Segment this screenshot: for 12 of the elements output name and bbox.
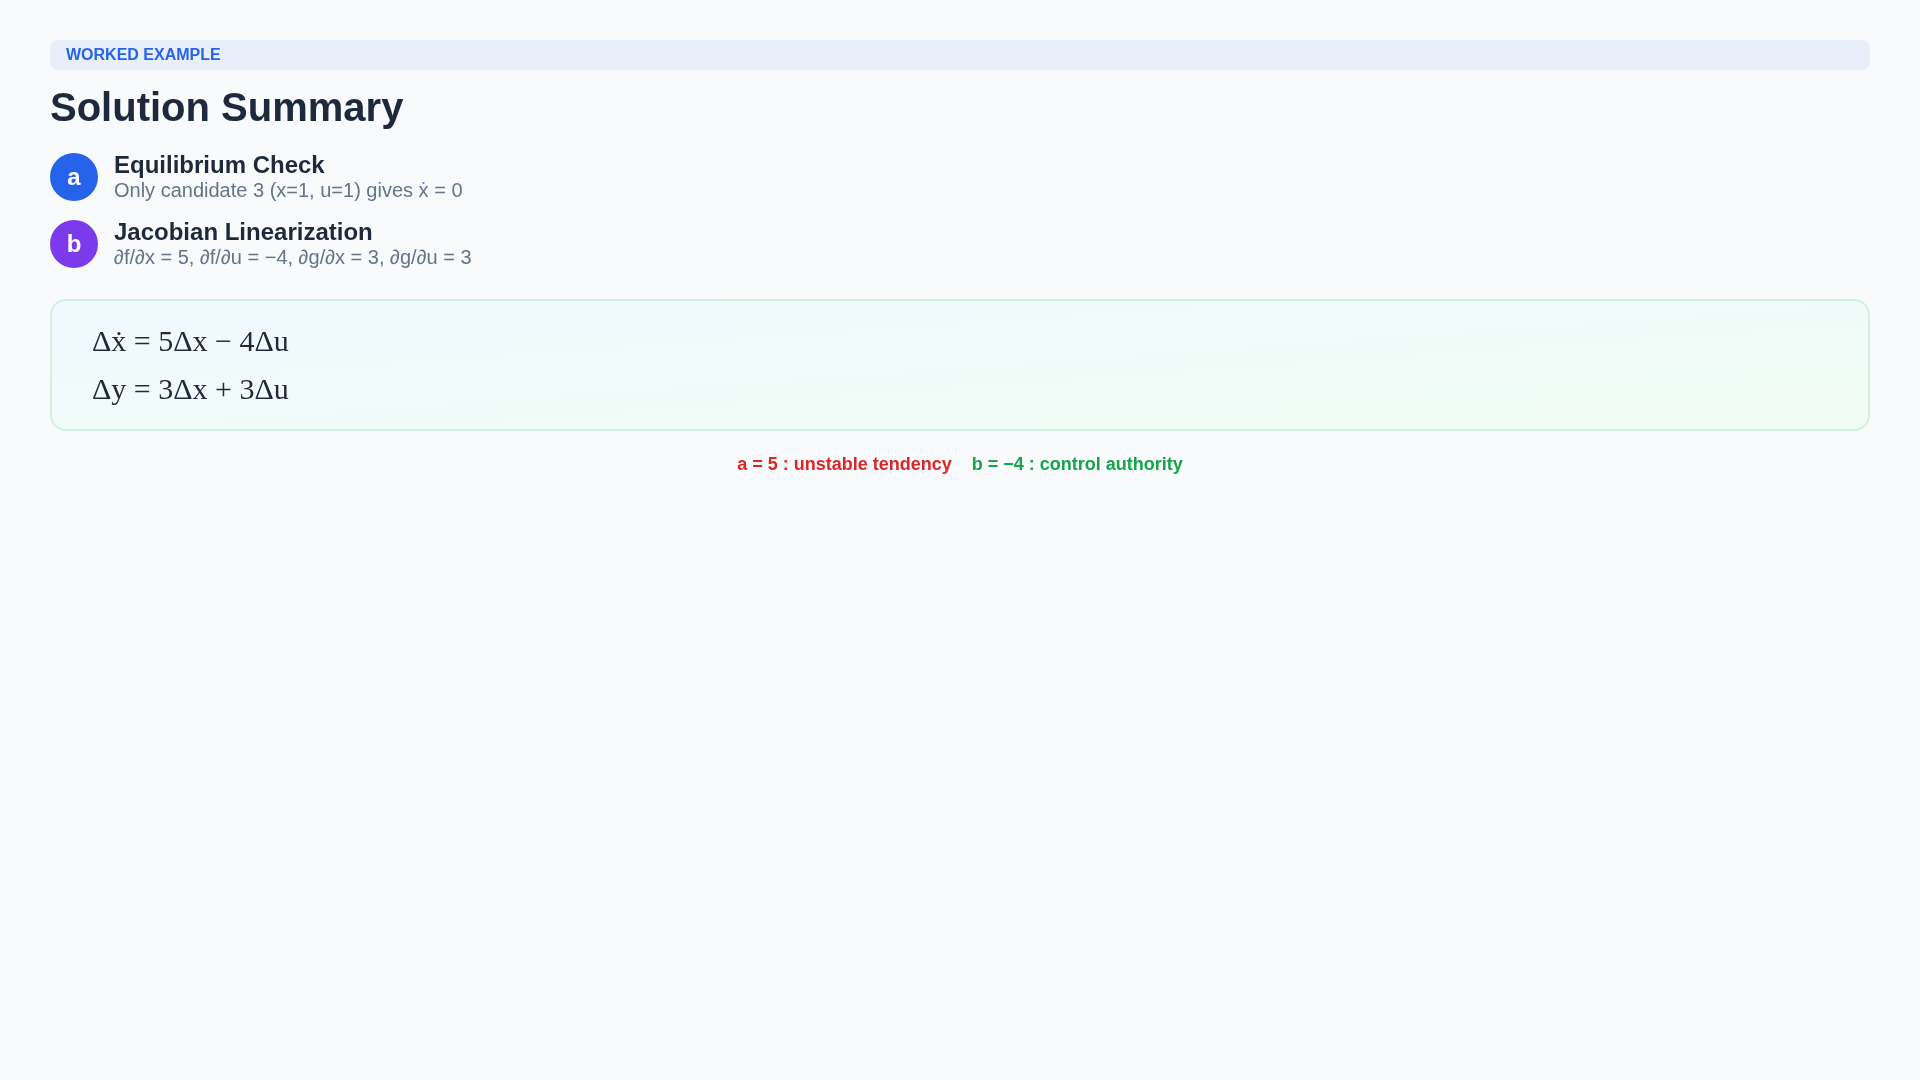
step-detail: ∂f/∂x = 5, ∂f/∂u = −4, ∂g/∂x = 3, ∂g/∂u = 3 <box>114 245 472 269</box>
step-detail: Only candidate 3 (x=1, u=1) gives ẋ = 0 <box>114 178 463 202</box>
page-title: Solution Summary <box>50 84 405 131</box>
step-title: Equilibrium Check <box>114 152 326 178</box>
step-badge: b <box>50 220 98 268</box>
equation: Δẋ = 5Δx − 4Δu <box>92 323 290 359</box>
note-label: b = −4 : control authority <box>971 453 1183 476</box>
step-title: Jacobian Linearization <box>114 219 374 245</box>
note-label: a = 5 : unstable tendency <box>737 453 952 476</box>
step-badge: a <box>50 153 98 201</box>
equation: Δy = 3Δx + 3Δu <box>92 371 290 407</box>
banner-label: WORKED EXAMPLE <box>66 45 221 65</box>
